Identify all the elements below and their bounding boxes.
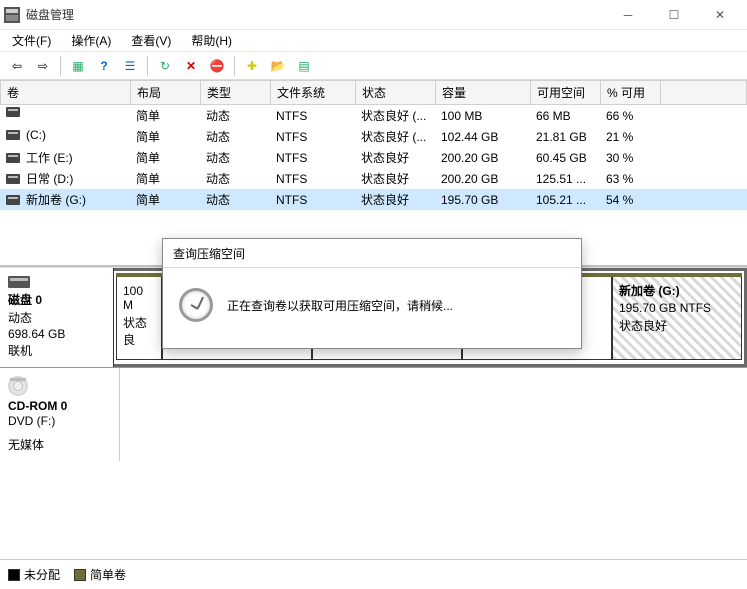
column-headers[interactable]: 卷 布局 类型 文件系统 状态 容量 可用空间 % 可用	[1, 81, 747, 105]
back-button[interactable]: ⇦	[6, 55, 28, 77]
folder-icon: 📂	[271, 59, 286, 73]
toolbar: ⇦ ⇨ ▦ ? ☰ ↻ ✕ ⛔ ✚ 📂 ▤	[0, 52, 747, 80]
volume-icon	[6, 195, 20, 205]
dialog-titlebar[interactable]: 查询压缩空间	[163, 239, 581, 267]
new-button[interactable]: ✚	[241, 55, 263, 77]
minimize-button[interactable]: ─	[605, 0, 651, 30]
col-capacity[interactable]: 容量	[436, 81, 531, 105]
cdrom-name: CD-ROM 0	[8, 399, 111, 413]
volume-row[interactable]: 简单动态NTFS状态良好 (...100 MB66 MB66 %	[0, 105, 747, 126]
volume-row[interactable]: (C:)简单动态NTFS状态良好 (...102.44 GB21.81 GB21…	[0, 126, 747, 147]
disk-0-header[interactable]: 磁盘 0 动态 698.64 GB 联机	[0, 268, 114, 367]
disk-0-status: 联机	[8, 342, 105, 359]
cdrom-type: DVD (F:)	[8, 414, 111, 428]
partition[interactable]: 100 M状态良	[116, 275, 162, 360]
refresh-button[interactable]: ↻	[154, 55, 176, 77]
volume-icon	[6, 130, 20, 140]
dialog-message: 正在查询卷以获取可用压缩空间，请稍候...	[227, 297, 453, 314]
partition-size: 195.70 GB NTFS	[619, 301, 735, 315]
col-status[interactable]: 状态	[356, 81, 436, 105]
forward-button[interactable]: ⇨	[32, 55, 54, 77]
arrow-right-icon: ⇨	[38, 59, 48, 73]
legend-unallocated: 未分配	[8, 566, 60, 583]
open-button[interactable]: 📂	[267, 55, 289, 77]
menu-view[interactable]: 查看(V)	[121, 30, 181, 51]
list-icon: ▤	[298, 59, 309, 73]
titlebar: 磁盘管理 ─ ☐ ✕	[0, 0, 747, 30]
properties-button[interactable]: ☰	[119, 55, 141, 77]
arrow-left-icon: ⇦	[12, 59, 22, 73]
volume-name: 工作 (E:)	[26, 149, 73, 166]
legend-bar: 未分配 简单卷	[0, 559, 747, 589]
partition[interactable]: 新加卷 (G:) 195.70 GB NTFS 状态良好	[612, 275, 742, 360]
swatch-unallocated	[8, 569, 20, 581]
eject-button[interactable]: ⛔	[206, 55, 228, 77]
volume-table[interactable]: 卷 布局 类型 文件系统 状态 容量 可用空间 % 可用	[0, 80, 747, 105]
menu-file[interactable]: 文件(F)	[2, 30, 61, 51]
col-pctfree[interactable]: % 可用	[601, 81, 661, 105]
partition-status: 状态良	[123, 314, 155, 348]
cdrom-status: 无媒体	[8, 436, 111, 453]
col-type[interactable]: 类型	[201, 81, 271, 105]
swatch-simple	[74, 569, 86, 581]
cdrom-empty	[120, 368, 747, 461]
volume-table-body[interactable]: 简单动态NTFS状态良好 (...100 MB66 MB66 %(C:)简单动态…	[0, 105, 747, 210]
volume-name: 新加卷 (G:)	[26, 191, 86, 208]
volume-icon	[6, 174, 20, 184]
eject-icon: ⛔	[210, 59, 225, 73]
app-icon	[4, 7, 20, 23]
cdrom-header[interactable]: CD-ROM 0 DVD (F:) 无媒体	[0, 368, 120, 461]
volume-row[interactable]: 工作 (E:)简单动态NTFS状态良好200.20 GB60.45 GB30 %	[0, 147, 747, 168]
clock-icon	[179, 288, 213, 322]
menu-action[interactable]: 操作(A)	[61, 30, 121, 51]
volume-row[interactable]: 日常 (D:)简单动态NTFS状态良好200.20 GB125.51 ...63…	[0, 168, 747, 189]
maximize-button[interactable]: ☐	[651, 0, 697, 30]
panes-button[interactable]: ▦	[67, 55, 89, 77]
menu-help[interactable]: 帮助(H)	[181, 30, 242, 51]
col-volume[interactable]: 卷	[1, 81, 131, 105]
window-title: 磁盘管理	[26, 6, 74, 23]
refresh-icon: ↻	[160, 59, 170, 73]
col-free[interactable]: 可用空间	[531, 81, 601, 105]
volume-icon	[6, 153, 20, 163]
legend-simple: 简单卷	[74, 566, 126, 583]
disk-0-name: 磁盘 0	[8, 291, 105, 308]
col-fs[interactable]: 文件系统	[271, 81, 356, 105]
volume-row[interactable]: 新加卷 (G:)简单动态NTFS状态良好195.70 GB105.21 ...5…	[0, 189, 747, 210]
volume-name: (C:)	[26, 128, 46, 142]
help-icon: ?	[100, 59, 107, 73]
col-layout[interactable]: 布局	[131, 81, 201, 105]
help-button[interactable]: ?	[93, 55, 115, 77]
disk-0-size: 698.64 GB	[8, 327, 105, 341]
volume-icon	[6, 107, 20, 117]
cdrom-row: CD-ROM 0 DVD (F:) 无媒体	[0, 368, 747, 461]
partition-size: 100 M	[123, 284, 155, 312]
remove-button[interactable]: ✕	[180, 55, 202, 77]
shrink-query-dialog: 查询压缩空间 正在查询卷以获取可用压缩空间，请稍候...	[162, 238, 582, 349]
list-button[interactable]: ▤	[293, 55, 315, 77]
volume-name: 日常 (D:)	[26, 170, 73, 187]
remove-icon: ✕	[186, 59, 196, 73]
close-button[interactable]: ✕	[697, 0, 743, 30]
menubar: 文件(F) 操作(A) 查看(V) 帮助(H)	[0, 30, 747, 52]
partition-title: 新加卷 (G:)	[619, 282, 735, 299]
dialog-title: 查询压缩空间	[173, 245, 245, 262]
disk-0-type: 动态	[8, 309, 105, 326]
cdrom-icon	[8, 376, 28, 396]
panes-icon: ▦	[72, 59, 83, 73]
disk-icon	[8, 276, 30, 288]
partition-status: 状态良好	[619, 317, 735, 334]
properties-icon: ☰	[125, 59, 136, 73]
new-icon: ✚	[247, 59, 257, 73]
